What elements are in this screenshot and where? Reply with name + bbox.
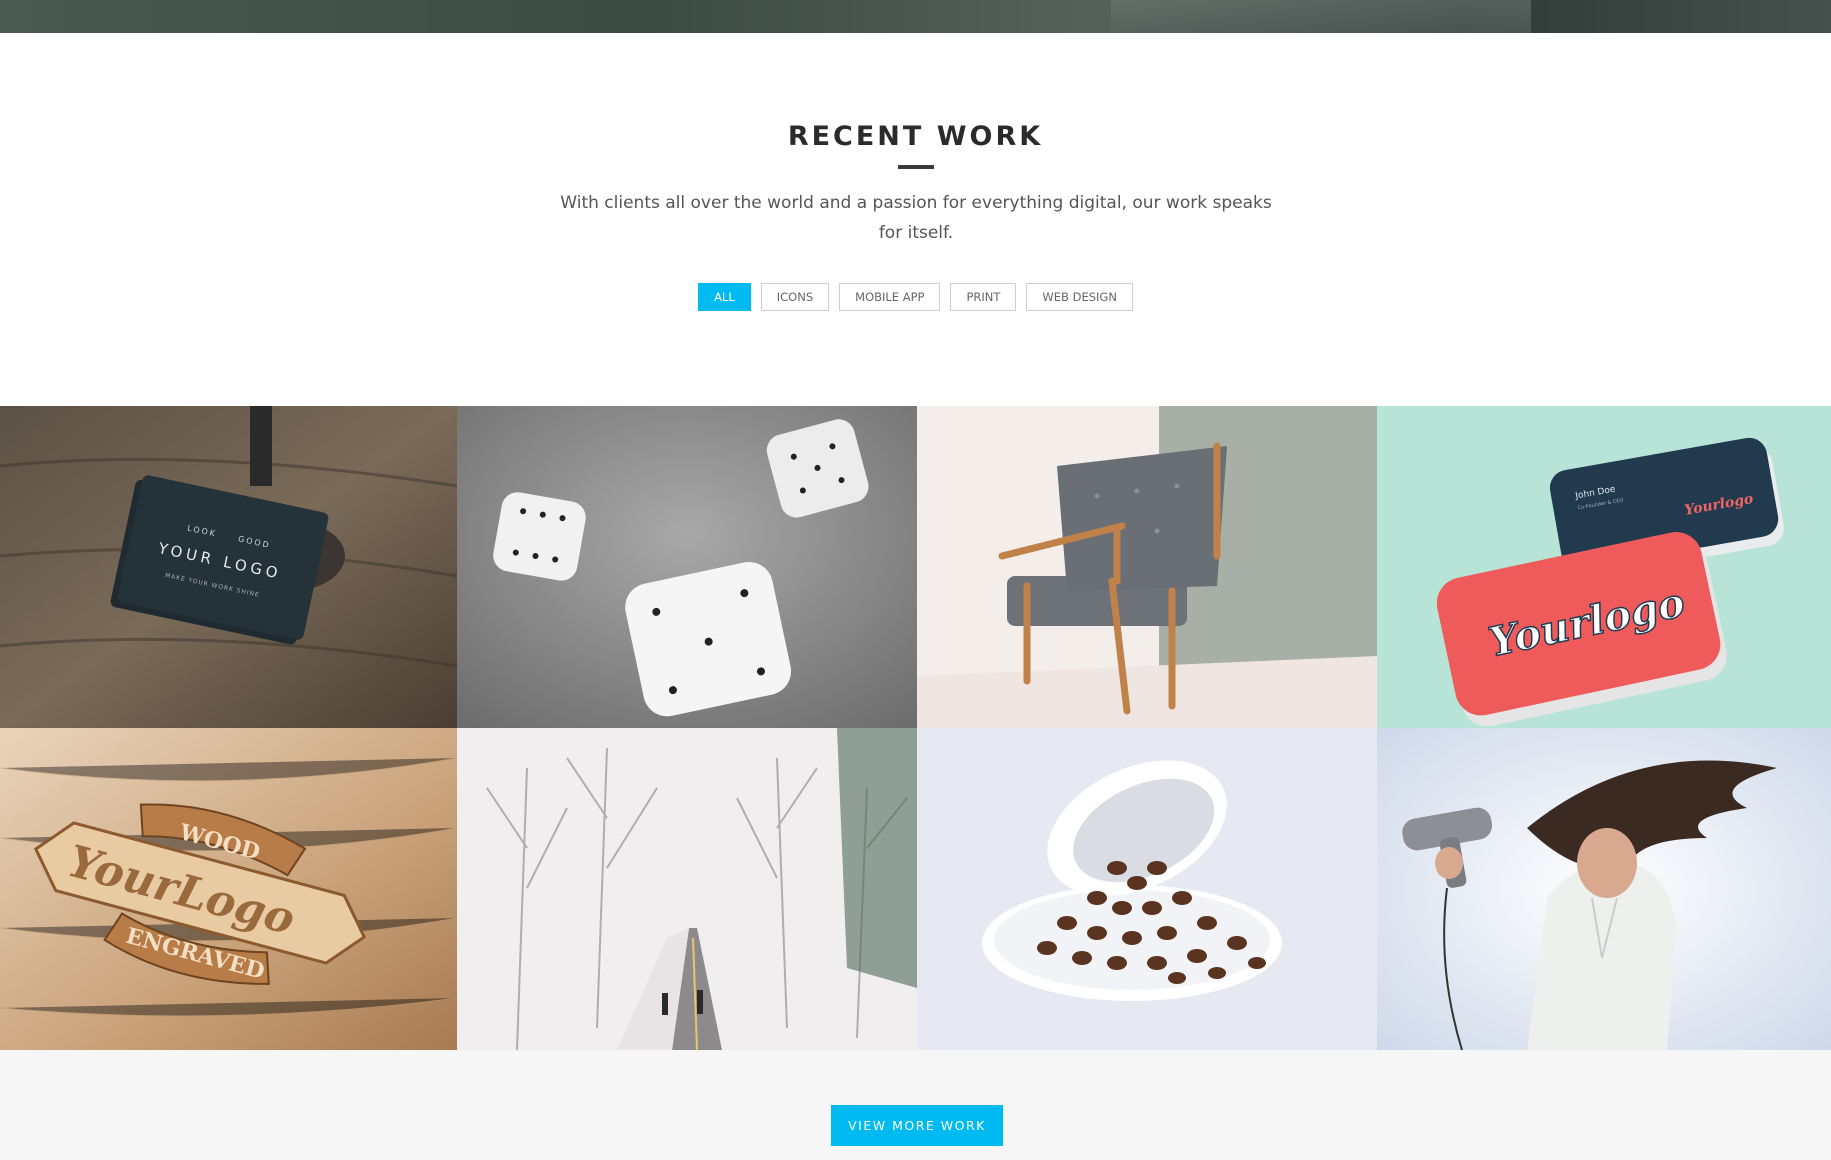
portfolio-item-white-dice[interactable]: [457, 406, 917, 728]
portfolio-item-wood-engraved[interactable]: WOOD YourLogo ENGRAVED: [0, 728, 457, 1050]
hairdryer-image: [1377, 728, 1831, 1050]
coffee-beans-image: [917, 728, 1377, 1050]
filter-icons[interactable]: ICONS: [760, 283, 830, 311]
filter-all[interactable]: ALL: [698, 283, 751, 311]
filter-print[interactable]: PRINT: [950, 283, 1017, 311]
filter-mobile-app[interactable]: MOBILE APP: [839, 283, 941, 311]
hero-bridge-shape: [1111, 0, 1531, 33]
portfolio-item-business-cards-wood[interactable]: LOOK GOOD YOUR LOGO MAKE YOUR WORK SHINE: [0, 406, 457, 728]
portfolio-item-armchair[interactable]: [917, 406, 1377, 728]
filter-web-design[interactable]: WEB DESIGN: [1026, 283, 1133, 311]
view-more-work-button[interactable]: VIEW MORE WORK: [831, 1105, 1003, 1146]
business-cards-wood-image: LOOK GOOD YOUR LOGO MAKE YOUR WORK SHINE: [0, 406, 457, 728]
portfolio-grid: LOOK GOOD YOUR LOGO MAKE YOUR WORK SHINE: [0, 406, 1831, 1050]
section-title: RECENT WORK: [787, 121, 1044, 152]
cta-band: VIEW MORE WORK: [0, 1050, 1831, 1160]
white-dice-image: [457, 406, 917, 728]
hero-image-strip: [0, 0, 1831, 33]
snowy-road-image: [457, 728, 917, 1050]
business-cards-mint-image: John Doe Co-Founder & CEO Yourlogo Yourl…: [1377, 406, 1831, 728]
portfolio-item-snowy-road[interactable]: [457, 728, 917, 1050]
wood-engraved-image: WOOD YourLogo ENGRAVED: [0, 728, 457, 1050]
portfolio-filter-bar: ALL ICONS MOBILE APP PRINT WEB DESIGN: [0, 283, 1831, 311]
section-subtitle: With clients all over the world and a pa…: [560, 193, 1272, 243]
recent-work-header: RECENT WORK With clients all over the wo…: [0, 33, 1831, 406]
portfolio-item-business-cards-mint[interactable]: John Doe Co-Founder & CEO Yourlogo Yourl…: [1377, 406, 1831, 728]
armchair-image: [917, 406, 1377, 728]
title-underline: [898, 165, 934, 169]
portfolio-item-coffee-beans[interactable]: [917, 728, 1377, 1050]
portfolio-item-hairdryer[interactable]: [1377, 728, 1831, 1050]
